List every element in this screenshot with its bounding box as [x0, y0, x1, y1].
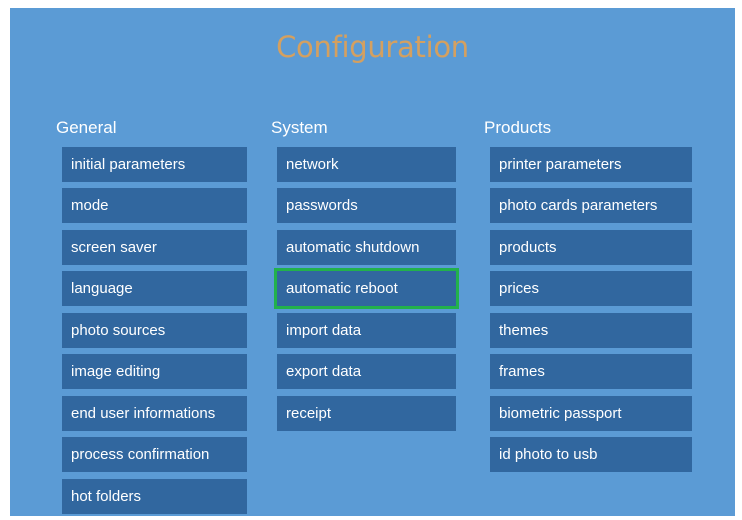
menu-button-photo-cards-parameters[interactable]: photo cards parameters: [490, 188, 692, 223]
menu-button-end-user-informations[interactable]: end user informations: [62, 395, 247, 431]
menu-button-image-editing[interactable]: image editing: [62, 354, 247, 389]
menu-button-export-data[interactable]: export data: [277, 354, 456, 389]
column-products: Products printer parameters photo cards p…: [484, 116, 692, 472]
menu-button-initial-parameters[interactable]: initial parameters: [62, 146, 247, 182]
column-header: System: [271, 118, 328, 137]
menu-button-receipt[interactable]: receipt: [277, 395, 456, 431]
menu-button-network[interactable]: network: [277, 146, 456, 182]
column-header: General: [56, 118, 117, 137]
menu-button-frames[interactable]: frames: [490, 354, 692, 389]
menu-button-passwords[interactable]: passwords: [277, 188, 456, 223]
menu-button-printer-parameters[interactable]: printer parameters: [490, 146, 692, 182]
menu-button-process-confirmation[interactable]: process confirmation: [62, 437, 247, 472]
menu-button-automatic-shutdown[interactable]: automatic shutdown: [277, 229, 456, 265]
menu-button-mode[interactable]: mode: [62, 188, 247, 223]
menu-button-hot-folders[interactable]: hot folders: [62, 478, 247, 514]
menu-button-photo-sources[interactable]: photo sources: [62, 312, 247, 348]
page-title: Configuration: [276, 30, 469, 64]
column-general: General initial parameters mode screen sav…: [56, 116, 247, 514]
configuration-panel: Configuration General initial parameters…: [10, 8, 735, 516]
menu-button-id-photo-to-usb[interactable]: id photo to usb: [490, 437, 692, 472]
menu-button-biometric-passport[interactable]: biometric passport: [490, 395, 692, 431]
column-header: Products: [484, 118, 552, 137]
menu-button-automatic-reboot[interactable]: automatic reboot: [274, 268, 459, 309]
menu-button-import-data[interactable]: import data: [277, 312, 456, 348]
menu-button-language[interactable]: language: [62, 271, 247, 306]
menu-button-products[interactable]: products: [490, 229, 692, 265]
column-system: System network passwords automatic shutdow…: [271, 116, 459, 431]
menu-button-screen-saver[interactable]: screen saver: [62, 229, 247, 265]
menu-button-themes[interactable]: themes: [490, 312, 692, 348]
menu-button-prices[interactable]: prices: [490, 271, 692, 306]
